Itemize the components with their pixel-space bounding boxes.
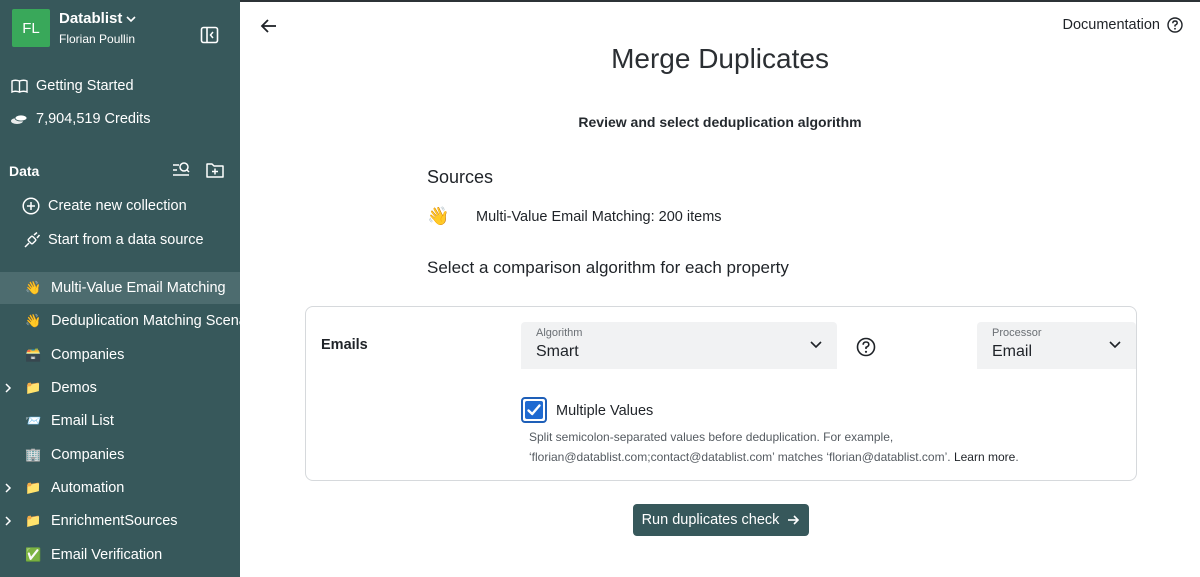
run-duplicates-check-button[interactable]: Run duplicates check — [633, 504, 809, 536]
multiple-values-label: Multiple Values — [556, 403, 654, 419]
getting-started-link[interactable]: Getting Started — [10, 78, 134, 94]
page-title: Merge Duplicates — [611, 43, 829, 74]
documentation-label: Documentation — [1062, 17, 1160, 33]
back-arrow-icon[interactable] — [260, 17, 278, 35]
getting-started-label: Getting Started — [36, 78, 134, 94]
sidebar-item-multi-value-email-matching[interactable]: 👋 Multi-Value Email Matching — [0, 272, 240, 304]
waving-hand-icon: 👋 — [25, 313, 42, 328]
book-icon — [10, 78, 28, 94]
algorithm-value: Smart — [536, 343, 579, 360]
help-text-body: Split semicolon-separated values before … — [529, 430, 951, 464]
check-mark-icon: ✅ — [25, 547, 42, 562]
sidebar-item-email-verification[interactable]: ✅ Email Verification — [0, 539, 240, 571]
source-item: 👋 Multi-Value Email Matching: 200 items — [427, 206, 722, 227]
sidebar-folder-demos[interactable]: 📁 Demos — [0, 372, 240, 404]
sidebar-item-companies[interactable]: 🗃️ Companies — [0, 339, 240, 371]
processor-value: Email — [992, 343, 1033, 360]
sidebar-item-deduplication-matching-scenarios[interactable]: 👋 Deduplication Matching Scenarios — [0, 305, 240, 337]
collection-label: Multi-Value Email Matching — [51, 280, 226, 296]
plus-circle-icon — [22, 197, 40, 215]
workspace-name: Datablist — [59, 10, 123, 27]
run-duplicates-check-label: Run duplicates check — [641, 512, 780, 528]
data-section-title: Data — [9, 163, 40, 179]
folder-icon: 📁 — [25, 380, 42, 395]
chevron-down-icon — [1109, 341, 1121, 349]
credits-link[interactable]: 7,904,519 Credits — [10, 111, 150, 127]
user-name: Florian Poullin — [59, 32, 136, 46]
source-label: Multi-Value Email Matching: 200 items — [476, 208, 722, 225]
collection-label: Demos — [51, 380, 97, 396]
sidebar-folder-enrichmentsources[interactable]: 📁 EnrichmentSources — [0, 505, 240, 537]
new-folder-icon[interactable] — [205, 160, 225, 180]
arrow-right-icon — [788, 515, 800, 525]
sidebar-item-companies-2[interactable]: 🏢 Companies — [0, 439, 240, 471]
chevron-right-icon[interactable] — [3, 515, 13, 527]
help-circle-icon — [1167, 17, 1183, 33]
collection-label: Companies — [51, 447, 125, 463]
top-border — [240, 0, 1200, 2]
coins-icon — [10, 111, 28, 127]
sources-heading: Sources — [427, 167, 494, 187]
chevron-down-icon — [126, 15, 136, 22]
sidebar-item-email-list[interactable]: 📨 Email List — [0, 405, 240, 437]
collection-label: Automation — [51, 480, 125, 496]
multiple-values-checkbox[interactable] — [521, 397, 547, 423]
page-subtitle: Review and select deduplication algorith… — [578, 114, 862, 130]
processor-select[interactable]: Processor Email — [977, 322, 1136, 369]
folder-icon: 📁 — [25, 480, 42, 495]
algorithm-select[interactable]: Algorithm Smart — [521, 322, 837, 369]
sidebar-folder-automation[interactable]: 📁 Automation — [0, 472, 240, 504]
start-from-data-source-label: Start from a data source — [48, 232, 204, 248]
processor-caption: Processor — [992, 327, 1042, 339]
multiple-values-help: Split semicolon-separated values before … — [529, 428, 1089, 467]
collection-label: Deduplication Matching Scenarios — [51, 313, 240, 329]
office-building-icon: 🏢 — [25, 447, 42, 462]
chevron-right-icon[interactable] — [3, 382, 13, 394]
waving-hand-icon: 👋 — [25, 280, 42, 295]
help-circle-icon[interactable] — [856, 337, 876, 357]
card-box-icon: 🗃️ — [25, 347, 42, 362]
help-text-period: . — [1015, 449, 1019, 464]
collection-label: Email List — [51, 413, 114, 429]
collection-label: Email Verification — [51, 547, 163, 563]
chevron-right-icon[interactable] — [3, 482, 13, 494]
create-new-collection-label: Create new collection — [48, 198, 187, 214]
avatar: FL — [12, 9, 50, 47]
envelope-icon: 📨 — [25, 413, 42, 428]
sidebar: FL Datablist Florian Poullin Getting Sta… — [0, 0, 240, 577]
chevron-down-icon — [810, 341, 822, 349]
collection-label: Companies — [51, 347, 125, 363]
collapse-sidebar-icon[interactable] — [200, 26, 219, 44]
plug-icon — [22, 231, 40, 249]
collection-label: EnrichmentSources — [51, 513, 178, 529]
folder-icon: 📁 — [25, 513, 42, 528]
property-name: Emails — [321, 337, 368, 353]
learn-more-link[interactable]: Learn more — [954, 450, 1015, 464]
waving-hand-icon: 👋 — [427, 206, 450, 226]
check-icon — [527, 404, 541, 416]
credits-label: 7,904,519 Credits — [36, 111, 151, 127]
search-collections-icon[interactable] — [171, 160, 191, 180]
documentation-link[interactable]: Documentation — [1062, 17, 1183, 33]
algorithm-heading: Select a comparison algorithm for each p… — [427, 258, 789, 277]
create-new-collection-button[interactable]: Create new collection — [22, 197, 187, 215]
start-from-data-source-button[interactable]: Start from a data source — [22, 231, 204, 249]
workspace-switcher[interactable]: FL Datablist Florian Poullin — [12, 9, 136, 47]
algorithm-caption: Algorithm — [536, 327, 583, 339]
